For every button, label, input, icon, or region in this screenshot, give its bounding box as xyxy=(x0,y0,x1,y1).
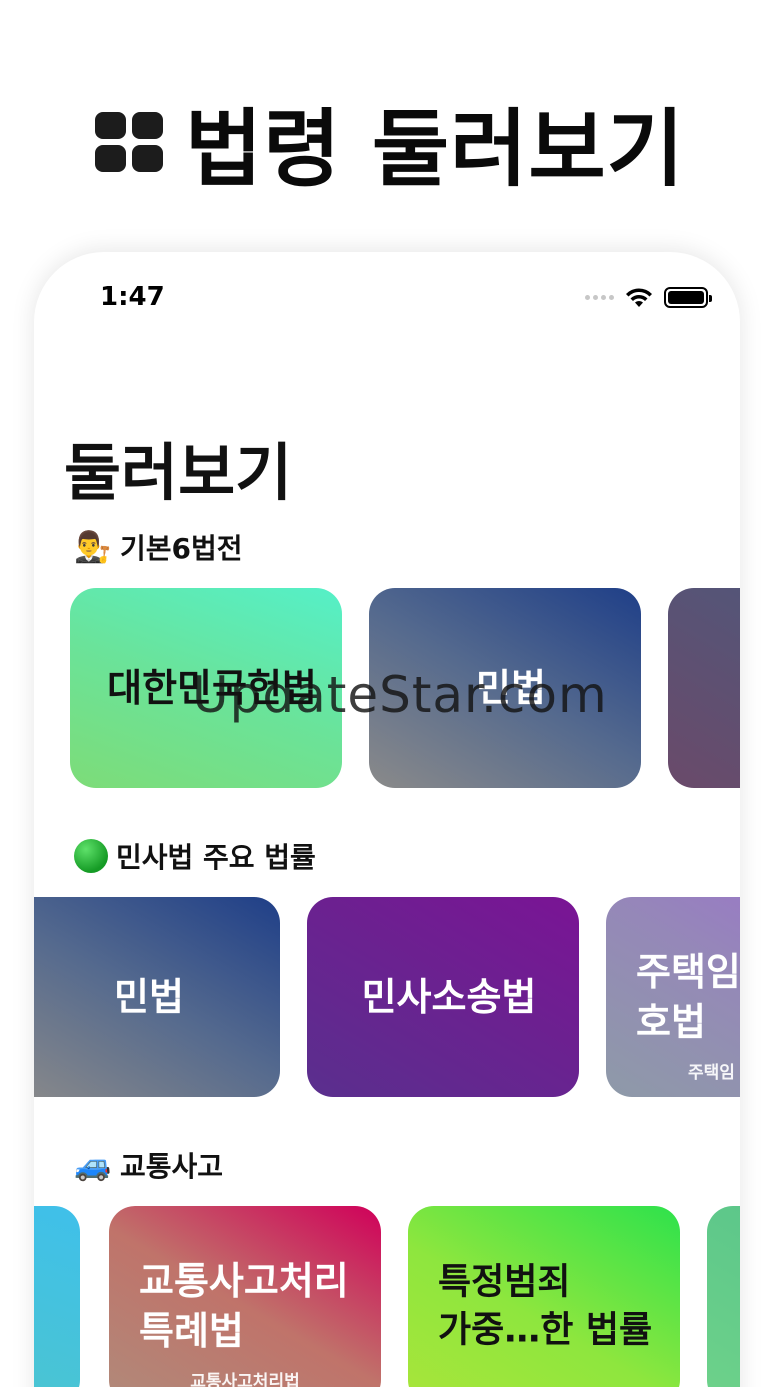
judge-emoji-icon: 👨‍⚖️ xyxy=(74,529,112,565)
section-label: 기본6법전 xyxy=(120,532,243,565)
card-civil-law[interactable]: 민법 xyxy=(34,897,280,1097)
section-label: 민사법 주요 법률 xyxy=(116,841,316,874)
card-traffic-special-act[interactable]: 교통사고처리 특례법 교통사고처리법 xyxy=(109,1206,381,1387)
card-title: 민사소송법 xyxy=(361,974,537,1019)
card-title: 교통사고처리 특례법 xyxy=(139,1258,349,1353)
card-row-basic-six-codes[interactable]: 대한민국헌법 민법 xyxy=(34,588,740,788)
green-circle-icon xyxy=(74,839,108,873)
status-bar: 1:47 xyxy=(34,252,740,342)
card-housing-lease[interactable]: 주택임 호법 주택임 xyxy=(606,897,740,1097)
card-title: 주택임 호법 xyxy=(636,949,740,1044)
card-partial[interactable] xyxy=(707,1206,740,1387)
phone-screen: 1:47 둘러보기 👨‍⚖️ 기본6법전 대한민국헌법 민법 민사법 주요 법 xyxy=(34,252,740,1387)
grid-icon xyxy=(95,112,164,172)
card-title: 대한민국헌법 xyxy=(107,665,317,710)
wifi-icon xyxy=(626,288,652,307)
card-civil-law[interactable]: 민법 xyxy=(369,588,641,788)
card-title: 특정범죄 가중…한 법률 xyxy=(438,1261,653,1350)
card-title: 민법 xyxy=(476,665,546,710)
card-row-civil-main-laws[interactable]: 민법 민사소송법 주택임 호법 주택임 xyxy=(34,897,740,1097)
headline-text: 법령 둘러보기 xyxy=(185,99,685,198)
battery-icon xyxy=(664,286,712,308)
card-partial[interactable] xyxy=(34,1206,80,1387)
card-constitution[interactable]: 대한민국헌법 xyxy=(70,588,342,788)
section-traffic-accident: 🚙 교통사고 xyxy=(74,1145,223,1185)
section-label: 교통사고 xyxy=(120,1150,224,1183)
card-subtitle: 교통사고처리법 xyxy=(190,1372,300,1387)
card-title: 민법 xyxy=(114,974,184,1019)
section-basic-six-codes: 👨‍⚖️ 기본6법전 xyxy=(74,527,243,567)
card-subtitle: 주택임 xyxy=(688,1063,735,1083)
status-icons xyxy=(585,286,712,308)
car-emoji-icon: 🚙 xyxy=(74,1147,112,1183)
card-specific-crimes-act[interactable]: 특정범죄 가중…한 법률 xyxy=(408,1206,680,1387)
page-title: 둘러보기 xyxy=(64,436,293,509)
card-civil-procedure[interactable]: 민사소송법 xyxy=(307,897,579,1097)
signal-dots-icon xyxy=(585,294,614,300)
promo-headline: 법령 둘러보기 xyxy=(0,92,780,198)
card-partial[interactable] xyxy=(668,588,740,788)
section-civil-main-laws: 민사법 주요 법률 xyxy=(74,836,316,876)
card-row-traffic-accident[interactable]: 교통사고처리 특례법 교통사고처리법 특정범죄 가중…한 법률 xyxy=(34,1206,740,1387)
status-time: 1:47 xyxy=(100,282,165,312)
